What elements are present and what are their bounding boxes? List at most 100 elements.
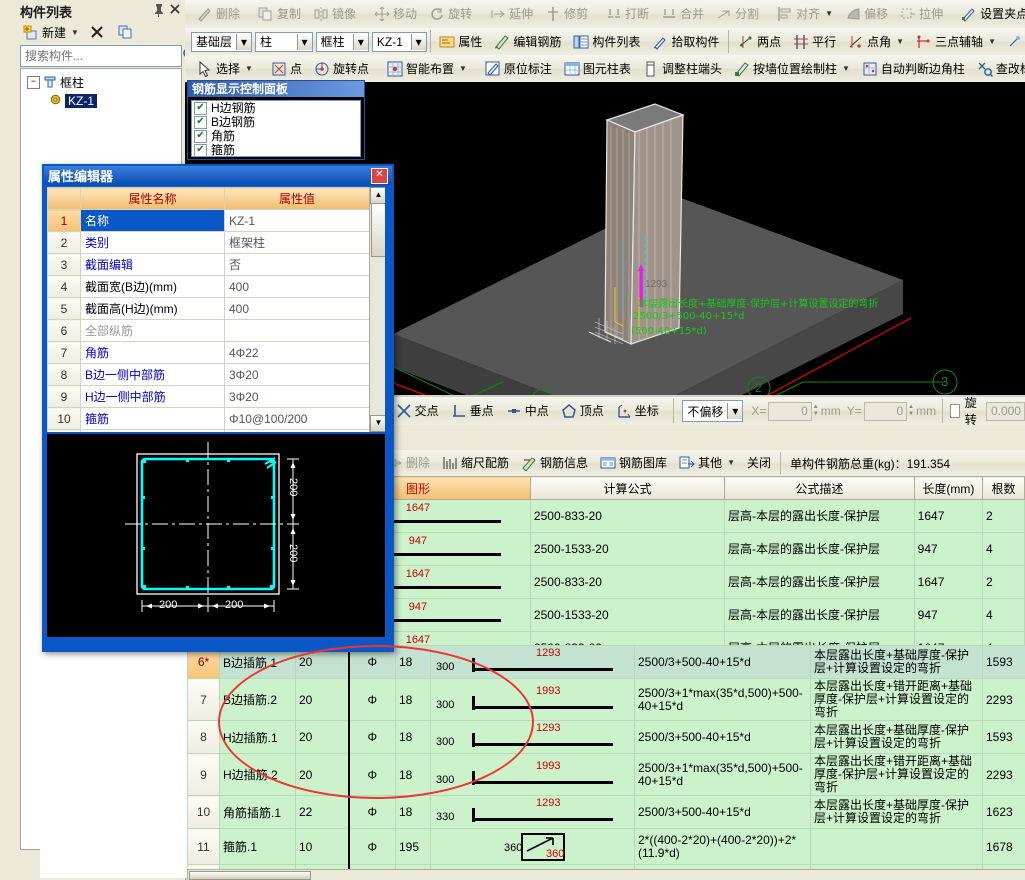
property-row[interactable]: 6 全部纵筋 xyxy=(47,319,370,342)
edit-rebar-button[interactable]: 编辑钢筋 xyxy=(488,31,567,53)
cell-length[interactable]: 1647 xyxy=(913,499,984,533)
rotate-input[interactable]: 0.000 xyxy=(985,401,1025,421)
scrollbar-thumb[interactable] xyxy=(371,203,385,257)
auto-corner-button[interactable]: 自动判断边角柱 xyxy=(856,58,971,80)
rebar-display-control-panel[interactable]: 钢筋显示控制面板 ✔H边钢筋 ✔B边钢筋 ✔角筋 ✔箍筋 ✔插筋 xyxy=(187,80,365,160)
inplace-annotation-button[interactable]: 原位标注 xyxy=(479,58,558,80)
cell-description[interactable]: 层高-本层的露出长度-保护层 xyxy=(724,565,915,599)
cell-rebar-name[interactable]: 箍筋.1 xyxy=(219,828,296,865)
th-formula[interactable]: 计算公式 xyxy=(529,476,726,500)
property-editor-dialog[interactable]: 属性编辑器 ✕ 属性名称 属性值 1 名称 KZ-1 2 类别 框架柱 3 截面编辑否 4 截面宽… xyxy=(42,164,394,652)
cell-count[interactable]: 2 xyxy=(982,565,1025,599)
close-rebar-button[interactable]: 关闭 xyxy=(741,452,777,474)
cell-shape-code[interactable]: 18 xyxy=(395,720,431,754)
property-scrollbar[interactable]: ▲ ▼ xyxy=(369,187,385,432)
close-icon[interactable] xyxy=(169,3,181,17)
cell-description[interactable]: 本层露出长度+错开距离+基础厚度-保护层+计算设置设定的弯折 xyxy=(810,753,983,796)
cell-rebar-name[interactable]: 角筋插筋.1 xyxy=(219,795,296,829)
cell-description[interactable] xyxy=(810,828,983,865)
cell-diameter[interactable]: 10 xyxy=(295,828,350,865)
property-value[interactable]: 4Φ22 xyxy=(224,341,370,364)
property-value[interactable]: Φ10@100/200 xyxy=(224,407,370,430)
property-value[interactable]: 3Φ20 xyxy=(224,363,370,386)
cell-grade[interactable]: Φ xyxy=(348,753,396,796)
cell-count[interactable]: 4 xyxy=(982,532,1025,566)
chevron-down-icon[interactable]: ▼ xyxy=(842,61,850,77)
property-name[interactable]: 箍筋 xyxy=(80,407,225,430)
property-name[interactable]: 角筋 xyxy=(80,341,225,364)
property-editor-titlebar[interactable]: 属性编辑器 ✕ xyxy=(44,166,392,185)
align-button[interactable]: 对齐 ▼ xyxy=(771,3,839,25)
cell-length[interactable]: 1623 xyxy=(982,795,1025,829)
set-grip-button[interactable]: 设置夹点 xyxy=(955,3,1025,25)
cell-description[interactable]: 本层露出长度+基础厚度-保护层+计算设置设定的弯折 xyxy=(810,720,983,754)
property-name[interactable]: H边一侧中部筋 xyxy=(80,385,225,408)
chevron-down-icon[interactable]: ▾ xyxy=(410,33,426,50)
cell-formula[interactable]: 2500-1533-20 xyxy=(529,598,726,632)
tree-node-frame-column[interactable]: − 框柱 xyxy=(21,73,181,92)
delete-button[interactable]: 删除 xyxy=(191,3,246,25)
point-tool-button[interactable]: 点 xyxy=(265,58,308,80)
offset-mode-selector[interactable]: 不偏移 ▾ xyxy=(682,400,744,422)
property-name[interactable]: 名称 xyxy=(80,209,225,232)
more-axis-button[interactable] xyxy=(1002,31,1025,53)
y-spinner[interactable]: ▲ ▼ xyxy=(908,404,914,418)
select-tool-button[interactable]: 选择 ▼ xyxy=(191,58,259,80)
cell-grade[interactable]: Φ xyxy=(348,720,396,754)
cell-length[interactable]: 1593 xyxy=(982,720,1025,754)
property-name[interactable]: 截面高(H边)(mm) xyxy=(80,297,225,320)
th-length[interactable]: 长度(mm) xyxy=(913,476,984,500)
chevron-down-icon[interactable]: ▾ xyxy=(727,403,743,419)
x-input[interactable]: 0 xyxy=(768,401,812,421)
cell-length[interactable]: 1647 xyxy=(913,565,984,599)
property-name[interactable]: 肢数 xyxy=(80,429,225,432)
rebar-item-corner[interactable]: ✔ 角筋 xyxy=(192,129,360,143)
cell-length[interactable]: 947 xyxy=(913,532,984,566)
snap-intersection-button[interactable]: 交点 xyxy=(390,400,445,422)
rebar-item-b[interactable]: ✔ B边钢筋 xyxy=(192,115,360,129)
break-button[interactable]: 打断 xyxy=(600,3,655,25)
search-field[interactable] xyxy=(21,48,182,64)
chevron-down-icon[interactable]: ▼ xyxy=(727,455,735,471)
property-value[interactable]: 400 xyxy=(224,297,370,320)
cell-figure[interactable]: 360 360 xyxy=(430,828,635,865)
scroll-down-icon[interactable]: ▼ xyxy=(370,415,385,432)
cell-description[interactable]: 本层露出长度+基础厚度-保护层+计算设置设定的弯折 xyxy=(810,795,983,829)
cell-formula[interactable]: 2500-833-20 xyxy=(529,565,726,599)
pin-icon[interactable] xyxy=(153,3,165,17)
cell-length[interactable]: 1678 xyxy=(982,828,1025,865)
chevron-down-icon[interactable]: ▼ xyxy=(825,6,833,22)
rotate-point-button[interactable]: 旋转点 xyxy=(308,58,375,80)
element-table-button[interactable]: 图元柱表 xyxy=(558,58,637,80)
rebar-item-stirrup[interactable]: ✔ 箍筋 xyxy=(192,143,360,156)
cell-row-number[interactable]: 7 xyxy=(187,678,220,721)
snap-perpendicular-button[interactable]: 垂点 xyxy=(445,400,500,422)
rebar-panel-list[interactable]: ✔H边钢筋 ✔B边钢筋 ✔角筋 ✔箍筋 ✔插筋 xyxy=(191,100,361,157)
cell-description[interactable]: 本层露出长度+错开距离+基础厚度-保护层+计算设置设定的弯折 xyxy=(810,678,983,721)
rotate-checkbox[interactable] xyxy=(949,404,960,418)
other-button[interactable]: 其他 ▼ xyxy=(673,452,741,474)
draw-by-wall-button[interactable]: 按墙位置绘制柱 ▼ xyxy=(728,58,856,80)
cell-figure[interactable]: 300 1993 xyxy=(430,753,635,796)
cell-figure[interactable]: 300 1293 xyxy=(430,645,635,679)
copy-component-button[interactable] xyxy=(114,23,138,43)
property-table[interactable]: 属性名称 属性值 1 名称 KZ-1 2 类别 框架柱 3 截面编辑否 4 截面宽(B边)(mm)… xyxy=(47,187,370,432)
cell-formula[interactable]: 2500/3+500-40+15*d xyxy=(634,795,811,829)
cell-grade[interactable]: Φ xyxy=(348,828,396,865)
snap-coordinate-button[interactable]: 坐标 xyxy=(610,400,665,422)
property-name[interactable]: 类别 xyxy=(80,231,225,254)
move-button[interactable]: 移动 xyxy=(368,3,423,25)
chevron-down-icon[interactable]: ▼ xyxy=(459,61,467,77)
chevron-down-icon[interactable]: ▼ xyxy=(988,34,996,50)
property-button[interactable]: 属性 xyxy=(433,31,488,53)
model-viewport-3d[interactable]: 1293 本层露出长度+基础厚度-保护层+计算设置设定的弯折 2500/3+50… xyxy=(383,82,1025,395)
scale-rebar-button[interactable]: 缩尺配筋 xyxy=(436,452,515,474)
copy-button[interactable]: 复制 xyxy=(252,3,307,25)
chevron-down-icon[interactable]: ▾ xyxy=(236,33,252,50)
search-input[interactable] xyxy=(20,45,197,67)
th-description[interactable]: 公式描述 xyxy=(724,476,915,500)
cell-row-number[interactable]: 8 xyxy=(187,720,220,754)
offset-button[interactable]: 偏移 xyxy=(839,3,894,25)
point-angle-button[interactable]: 点角 ▼ xyxy=(842,31,910,53)
y-input[interactable]: 0 xyxy=(863,401,908,421)
